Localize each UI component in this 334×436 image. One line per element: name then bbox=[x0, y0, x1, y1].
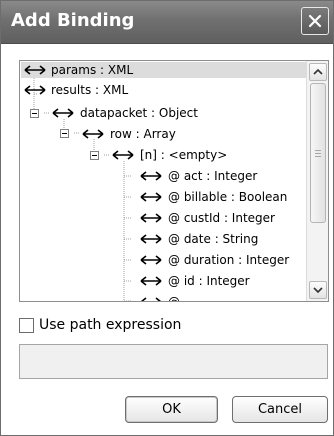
path-expression-input[interactable] bbox=[19, 344, 328, 379]
thumb-grip bbox=[315, 156, 321, 157]
collapse-toggle-row[interactable] bbox=[60, 129, 69, 138]
tree-row-label: @ custId : Integer bbox=[168, 211, 275, 225]
bidirectional-arrow-icon bbox=[140, 255, 162, 265]
binding-tree[interactable]: params : XML results : XML datapacket : … bbox=[19, 60, 329, 302]
tree-row-label: @ billable : Boolean bbox=[168, 190, 288, 204]
tree-row-label: [n] : <empty> bbox=[140, 148, 228, 162]
close-button[interactable] bbox=[301, 7, 329, 35]
close-x-icon bbox=[308, 14, 322, 28]
bidirectional-arrow-icon bbox=[140, 234, 162, 244]
title-bar[interactable]: Add Binding bbox=[1, 1, 333, 44]
chevron-down-icon bbox=[313, 287, 323, 294]
tree-row-label: @ act : Integer bbox=[168, 169, 258, 183]
bidirectional-arrow-icon bbox=[140, 276, 162, 286]
bidirectional-arrow-icon bbox=[140, 192, 162, 202]
tree-row-label: @ duration : Integer bbox=[168, 253, 290, 267]
tree-row-label: results : XML bbox=[51, 83, 129, 97]
collapse-toggle-n[interactable] bbox=[90, 151, 99, 160]
bidirectional-arrow-icon bbox=[52, 108, 74, 118]
dialog-body: params : XML results : XML datapacket : … bbox=[1, 44, 333, 435]
cancel-button[interactable]: Cancel bbox=[232, 396, 328, 423]
tree-row-label: @ date : String bbox=[168, 232, 259, 246]
bidirectional-arrow-icon bbox=[112, 150, 134, 160]
use-path-expression-checkbox[interactable] bbox=[19, 318, 34, 333]
scroll-up-button[interactable] bbox=[309, 63, 327, 81]
tree-row-label: @ id : Integer bbox=[168, 274, 250, 288]
bidirectional-arrow-icon bbox=[140, 213, 162, 223]
thumb-grip bbox=[315, 150, 321, 151]
tree-row-label: @ bbox=[168, 295, 180, 302]
bidirectional-arrow-icon bbox=[140, 297, 162, 301]
bidirectional-arrow-icon bbox=[24, 65, 46, 75]
bidirectional-arrow-icon bbox=[24, 85, 46, 95]
tree-row-label: datapacket : Object bbox=[80, 106, 198, 120]
add-binding-dialog: Add Binding params: XML results: XML d… bbox=[0, 0, 334, 436]
chevron-up-icon bbox=[313, 68, 323, 75]
ok-button[interactable]: OK bbox=[125, 396, 218, 423]
tree-row-label: params : XML bbox=[51, 63, 134, 77]
tree-row-label: row : Array bbox=[110, 127, 176, 141]
collapse-toggle-datapacket[interactable] bbox=[30, 109, 39, 118]
dialog-title: Add Binding bbox=[11, 10, 135, 31]
scroll-thumb[interactable] bbox=[310, 83, 326, 223]
bidirectional-arrow-icon bbox=[82, 129, 104, 139]
use-path-expression-label[interactable]: Use path expression bbox=[39, 317, 181, 333]
tree-scrollbar[interactable] bbox=[306, 61, 328, 301]
bidirectional-arrow-icon bbox=[140, 171, 162, 181]
thumb-grip bbox=[315, 153, 321, 154]
scroll-down-button[interactable] bbox=[309, 281, 327, 299]
